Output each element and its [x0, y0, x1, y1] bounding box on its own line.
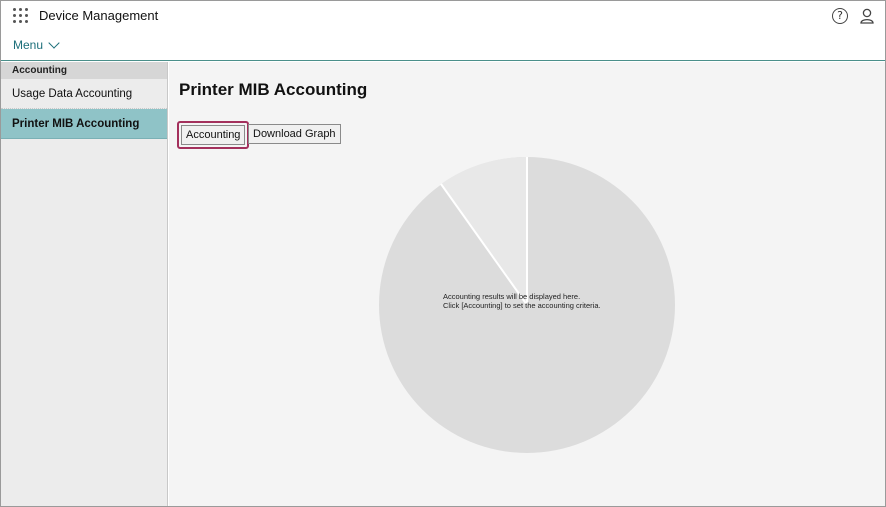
- accounting-button[interactable]: Accounting: [181, 125, 246, 145]
- message-line-2: Click [Accounting] to set the accounting…: [443, 300, 601, 310]
- sidebar-item-usage-data-accounting[interactable]: Usage Data Accounting: [1, 79, 167, 109]
- download-graph-button[interactable]: Download Graph: [248, 124, 341, 144]
- chevron-down-icon: [48, 37, 60, 49]
- placeholder-message: Accounting results will be displayed her…: [443, 292, 601, 310]
- menu-label: Menu: [13, 38, 44, 52]
- apps-grid-icon[interactable]: [13, 8, 29, 24]
- main-content: Printer MIB Accounting Accounting Downlo…: [169, 62, 885, 506]
- question-circle-icon[interactable]: ?: [832, 8, 848, 24]
- header: Device Management ? Menu: [1, 1, 885, 61]
- sidebar-item-printer-mib-accounting[interactable]: Printer MIB Accounting: [1, 109, 167, 139]
- sidebar: Accounting Usage Data Accounting Printer…: [1, 62, 168, 506]
- accounting-button-focus-ring: Accounting: [177, 121, 250, 149]
- app-title: Device Management: [39, 8, 159, 23]
- sidebar-section-title: Accounting: [1, 62, 167, 79]
- app-window: Device Management ? Menu Accounting Usag…: [0, 0, 886, 507]
- menu-dropdown[interactable]: Menu: [13, 37, 60, 52]
- user-icon[interactable]: [860, 8, 874, 24]
- page-title: Printer MIB Accounting: [179, 80, 368, 99]
